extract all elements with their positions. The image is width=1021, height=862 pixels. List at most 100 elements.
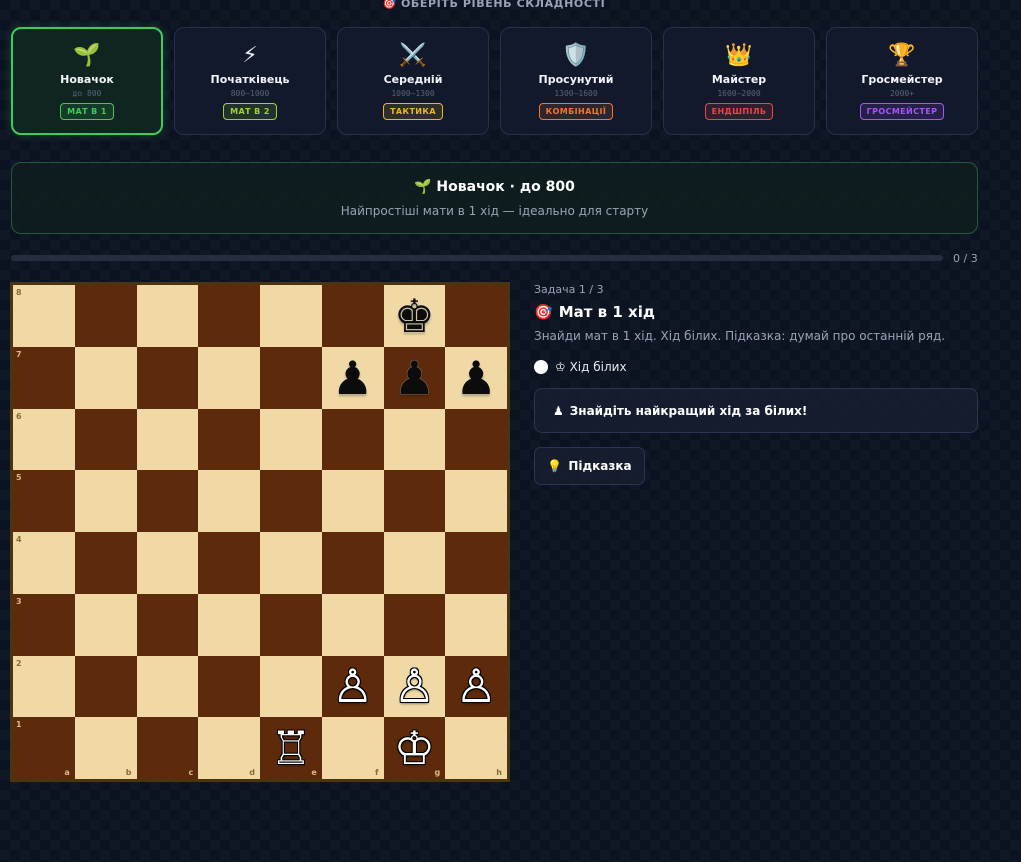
- hint-button[interactable]: 💡 Підказка: [534, 447, 645, 485]
- square-f2[interactable]: ♙: [321, 655, 384, 718]
- square-d6[interactable]: [198, 408, 260, 471]
- square-b6[interactable]: [74, 408, 137, 471]
- trophy-icon: 🏆: [888, 42, 916, 68]
- square-d2[interactable]: [198, 655, 260, 718]
- square-h6[interactable]: [445, 408, 507, 471]
- black-pawn-icon[interactable]: ♟: [394, 355, 435, 401]
- square-g4[interactable]: [383, 532, 446, 594]
- square-h2[interactable]: ♙: [445, 655, 507, 718]
- square-b2[interactable]: [74, 655, 137, 718]
- square-d4[interactable]: [198, 532, 260, 594]
- black-king-icon[interactable]: ♚: [394, 293, 435, 339]
- square-b4[interactable]: [74, 532, 137, 594]
- square-f5[interactable]: [321, 470, 384, 532]
- square-a8[interactable]: 8: [13, 285, 75, 347]
- square-a2[interactable]: 2: [13, 655, 75, 718]
- section-title-text: ОБЕРІТЬ РІВЕНЬ СКЛАДНОСТІ: [400, 0, 606, 10]
- black-pawn-icon[interactable]: ♟: [456, 355, 497, 401]
- puzzle-counter: Задача 1 / 3: [534, 283, 604, 296]
- rank-label: 2: [16, 658, 22, 668]
- square-c6[interactable]: [136, 408, 199, 471]
- square-a7[interactable]: 7: [13, 346, 75, 409]
- square-e3[interactable]: [260, 593, 322, 656]
- level-card[interactable]: 👑 Майстер 1600–2000 ЕНДШПІЛЬ: [663, 27, 815, 135]
- square-a5[interactable]: 5: [13, 470, 75, 532]
- black-pawn-icon[interactable]: ♟: [332, 355, 373, 401]
- square-a6[interactable]: 6: [13, 408, 75, 471]
- white-pawn-icon[interactable]: ♙: [394, 663, 435, 709]
- square-e6[interactable]: [260, 408, 322, 471]
- square-f3[interactable]: [321, 593, 384, 656]
- square-e7[interactable]: [260, 346, 322, 409]
- square-f4[interactable]: [321, 532, 384, 594]
- square-h4[interactable]: [445, 532, 507, 594]
- square-c3[interactable]: [136, 593, 199, 656]
- square-g7[interactable]: ♟: [383, 346, 446, 409]
- level-card[interactable]: ⚔️ Середній 1000–1300 ТАКТИКА: [337, 27, 489, 135]
- square-b8[interactable]: [74, 285, 137, 347]
- hint-button-label: Підказка: [568, 459, 632, 473]
- square-b3[interactable]: [74, 593, 137, 656]
- white-pawn-icon[interactable]: ♙: [456, 663, 497, 709]
- square-g3[interactable]: [383, 593, 446, 656]
- square-f8[interactable]: [321, 285, 384, 347]
- square-b7[interactable]: [74, 346, 137, 409]
- square-g6[interactable]: [383, 408, 446, 471]
- square-c8[interactable]: [136, 285, 199, 347]
- square-d5[interactable]: [198, 470, 260, 532]
- square-h1[interactable]: h: [445, 717, 507, 779]
- square-g5[interactable]: [383, 470, 446, 532]
- rank-label: 1: [16, 720, 22, 730]
- square-c1[interactable]: c: [136, 717, 199, 779]
- square-g2[interactable]: ♙: [383, 655, 446, 718]
- square-b1[interactable]: b: [74, 717, 137, 779]
- square-e8[interactable]: [260, 285, 322, 347]
- level-card[interactable]: 🌱 Новачок до 800 МАТ В 1: [11, 27, 163, 135]
- white-king-icon[interactable]: ♔: [394, 725, 435, 771]
- square-c2[interactable]: [136, 655, 199, 718]
- level-card[interactable]: 🛡️ Просунутий 1300–1600 КОМБІНАЦІЇ: [500, 27, 652, 135]
- square-c4[interactable]: [136, 532, 199, 594]
- rank-label: 5: [16, 473, 22, 483]
- square-a1[interactable]: 1a: [13, 717, 75, 779]
- square-h8[interactable]: [445, 285, 507, 347]
- level-info-title: 🌱 Новачок · до 800: [12, 179, 977, 195]
- status-text: Знайдіть найкращий хід за білих!: [569, 403, 808, 418]
- square-c7[interactable]: [136, 346, 199, 409]
- white-pawn-icon[interactable]: ♙: [332, 663, 373, 709]
- square-d1[interactable]: d: [198, 717, 260, 779]
- square-f6[interactable]: [321, 408, 384, 471]
- level-info-banner: 🌱 Новачок · до 800 Найпростіші мати в 1 …: [11, 162, 978, 234]
- square-e2[interactable]: [260, 655, 322, 718]
- square-a4[interactable]: 4: [13, 532, 75, 594]
- white-rook-icon[interactable]: ♖: [270, 725, 311, 771]
- square-d3[interactable]: [198, 593, 260, 656]
- square-g8[interactable]: ♚: [383, 285, 446, 347]
- level-badge: ГРОСМЕЙСТЕР: [859, 103, 945, 120]
- square-d8[interactable]: [198, 285, 260, 347]
- square-c5[interactable]: [136, 470, 199, 532]
- square-h5[interactable]: [445, 470, 507, 532]
- square-h7[interactable]: ♟: [445, 346, 507, 409]
- square-a3[interactable]: 3: [13, 593, 75, 656]
- chess-board: 8 ♚ 7 ♟ ♟ ♟ 6 5 4 3 2 ♙ ♙ ♙ 1 a b c d e ♖ f g ♔ h: [10, 282, 510, 782]
- level-card[interactable]: ⚡ Початківець 800–1000 МАТ В 2: [174, 27, 326, 135]
- level-range: 800–1000: [230, 89, 270, 98]
- square-e1[interactable]: e ♖: [260, 717, 322, 779]
- level-name: Просунутий: [538, 73, 614, 86]
- crossed-swords-icon: ⚔️: [399, 42, 427, 68]
- square-f1[interactable]: f: [321, 717, 384, 779]
- level-name: Майстер: [711, 73, 767, 86]
- square-g1[interactable]: g ♔: [383, 717, 446, 779]
- file-label: f: [375, 768, 379, 777]
- level-card[interactable]: 🏆 Гросмейстер 2000+ ГРОСМЕЙСТЕР: [826, 27, 978, 135]
- square-h3[interactable]: [445, 593, 507, 656]
- square-d7[interactable]: [198, 346, 260, 409]
- level-info-description: Найпростіші мати в 1 хід — ідеально для …: [340, 204, 649, 218]
- square-e4[interactable]: [260, 532, 322, 594]
- target-icon: 🎯: [382, 0, 397, 10]
- level-name: Початківець: [210, 73, 290, 86]
- square-b5[interactable]: [74, 470, 137, 532]
- square-f7[interactable]: ♟: [321, 346, 384, 409]
- square-e5[interactable]: [260, 470, 322, 532]
